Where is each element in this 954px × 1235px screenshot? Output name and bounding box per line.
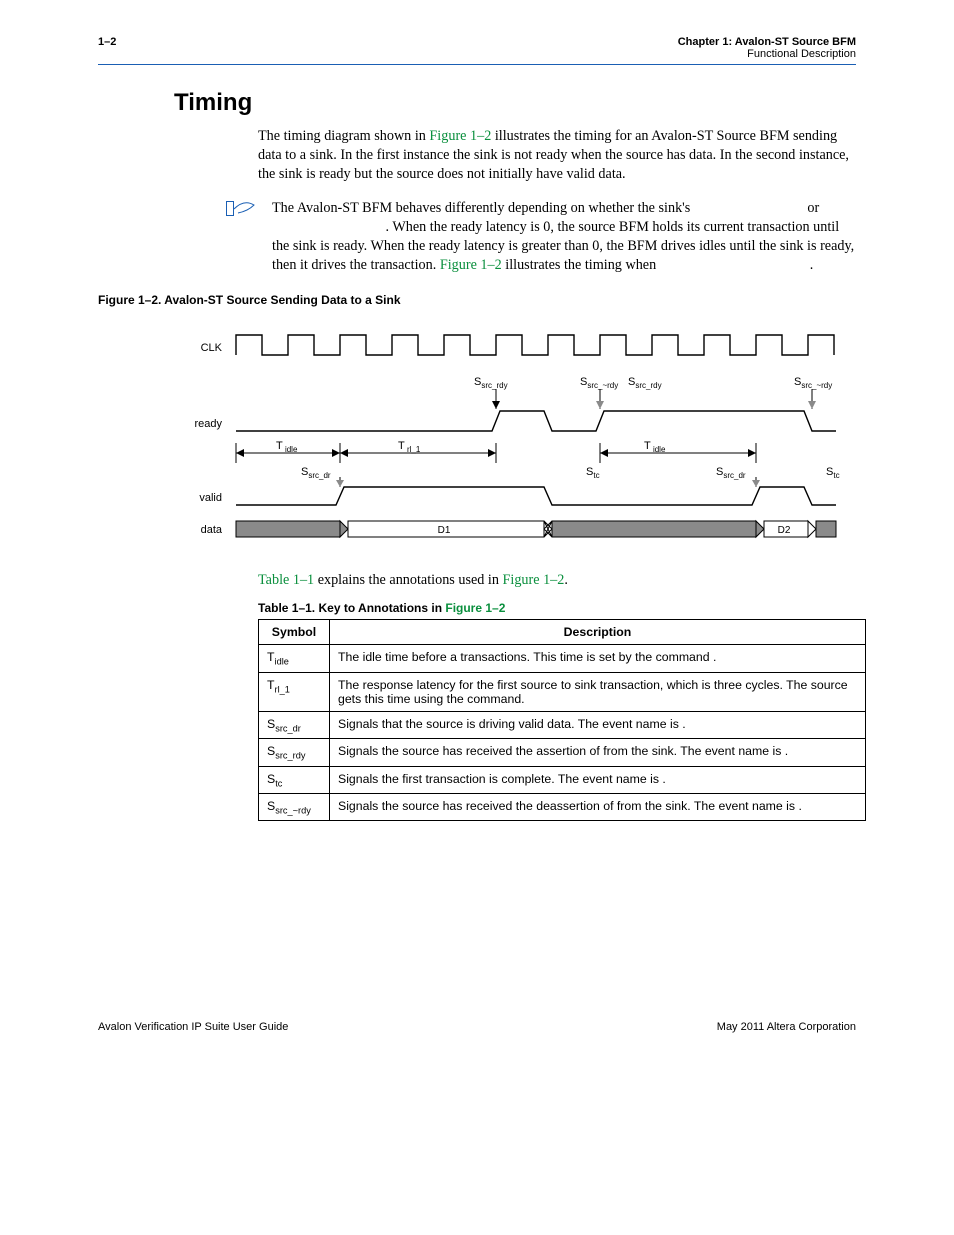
s-src-rdy-1: Ssrc_rdy: [474, 376, 508, 390]
note-d: illustrates the timing when: [502, 257, 660, 273]
col-symbol-header: Symbol: [259, 620, 330, 645]
chapter-title: Chapter 1: Avalon-ST Source BFM: [678, 36, 856, 48]
valid-waveform: [236, 487, 836, 505]
note-a: The Avalon-ST BFM behaves differently de…: [272, 200, 694, 216]
ready-label: ready: [194, 418, 222, 430]
symbol-cell: Ssrc_rdy: [259, 739, 330, 766]
d1-label: D1: [438, 525, 451, 536]
description-cell: Signals that the source is driving valid…: [330, 711, 866, 738]
table-row: Ssrc_~rdySignals the source has received…: [259, 794, 866, 821]
s-tc-1: Stc: [586, 466, 600, 480]
description-cell: The response latency for the first sourc…: [330, 672, 866, 711]
note-block: The Avalon-ST BFM behaves differently de…: [98, 199, 856, 276]
s-src-rdy-2: Ssrc_rdy: [628, 376, 662, 390]
intro-paragraph: The timing diagram shown in Figure 1–2 i…: [258, 127, 856, 185]
symbol-cell: Tidle: [259, 645, 330, 672]
symbol-cell: Trl_1: [259, 672, 330, 711]
table-intro-b: explains the annotations used in: [314, 572, 502, 588]
table-caption: Table 1–1. Key to Annotations in Figure …: [258, 601, 856, 615]
figure-ref-link3[interactable]: Figure 1–2: [503, 572, 565, 588]
table-row: StcSignals the first transaction is comp…: [259, 766, 866, 793]
annotations-table: Symbol Description TidleThe idle time be…: [258, 619, 866, 821]
table-row: TidleThe idle time before a transactions…: [259, 645, 866, 672]
para1-a: The timing diagram shown in: [258, 128, 429, 144]
table-caption-a: Table 1–1. Key to Annotations in: [258, 601, 445, 615]
note-icon: [98, 199, 272, 276]
s-src-nrdy-2: Ssrc_~rdy: [794, 376, 832, 390]
note-e: .: [810, 257, 814, 273]
t-idle-1: T idle: [276, 440, 298, 454]
s-src-dr-2: Ssrc_dr: [716, 466, 746, 480]
figure-ref-link4[interactable]: Figure 1–2: [445, 601, 505, 615]
table-row: Ssrc_rdySignals the source has received …: [259, 739, 866, 766]
table-ref-link[interactable]: Table 1–1: [258, 572, 314, 588]
description-cell: Signals the source has received the deas…: [330, 794, 866, 821]
data-waveform: D1 D2: [236, 521, 836, 537]
table-intro-paragraph: Table 1–1 explains the annotations used …: [258, 572, 856, 589]
table-intro-c: .: [564, 572, 568, 588]
clk-waveform: [236, 335, 834, 355]
symbol-cell: Ssrc_~rdy: [259, 794, 330, 821]
page-footer: Avalon Verification IP Suite User Guide …: [98, 1021, 856, 1033]
clk-label: CLK: [201, 342, 223, 354]
page-number: 1–2: [98, 36, 116, 60]
figure-caption: Figure 1–2. Avalon-ST Source Sending Dat…: [98, 293, 856, 307]
symbol-cell: Stc: [259, 766, 330, 793]
note-text: The Avalon-ST BFM behaves differently de…: [272, 199, 856, 276]
col-description-header: Description: [330, 620, 866, 645]
s-src-dr-1: Ssrc_dr: [301, 466, 331, 480]
timing-diagram: CLK ready valid data Ssrc_rdy Ssrc_~rdy …: [176, 315, 856, 550]
section-heading: Timing: [174, 89, 856, 117]
figure-ref-link[interactable]: Figure 1–2: [429, 128, 491, 144]
figure-ref-link2[interactable]: Figure 1–2: [440, 257, 502, 273]
valid-label: valid: [199, 492, 222, 504]
page-header: 1–2 Chapter 1: Avalon-ST Source BFM Func…: [98, 36, 856, 65]
ready-waveform: [236, 411, 836, 431]
description-cell: The idle time before a transactions. Thi…: [330, 645, 866, 672]
data-label: data: [201, 524, 223, 536]
d2-label: D2: [778, 525, 791, 536]
footer-right: May 2011 Altera Corporation: [717, 1021, 856, 1033]
table-row: Trl_1The response latency for the first …: [259, 672, 866, 711]
chapter-subtitle: Functional Description: [678, 48, 856, 60]
symbol-cell: Ssrc_dr: [259, 711, 330, 738]
description-cell: Signals the source has received the asse…: [330, 739, 866, 766]
s-src-nrdy-1: Ssrc_~rdy: [580, 376, 618, 390]
t-rl1: T rl_1: [398, 440, 421, 454]
note-b: or: [807, 200, 819, 216]
table-row: Ssrc_drSignals that the source is drivin…: [259, 711, 866, 738]
description-cell: Signals the first transaction is complet…: [330, 766, 866, 793]
header-right: Chapter 1: Avalon-ST Source BFM Function…: [678, 36, 856, 60]
t-idle-2: T idle: [644, 440, 666, 454]
footer-left: Avalon Verification IP Suite User Guide: [98, 1021, 288, 1033]
s-tc-2: Stc: [826, 466, 840, 480]
